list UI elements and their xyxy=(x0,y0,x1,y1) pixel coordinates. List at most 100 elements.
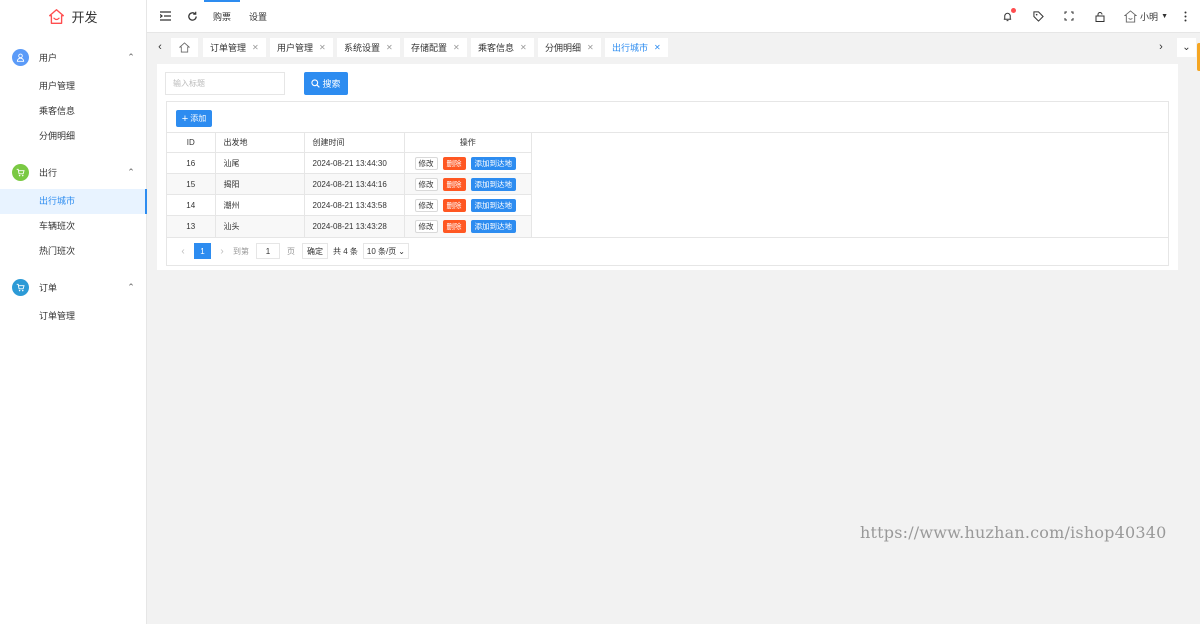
tabs-dropdown-icon[interactable]: ⌄ xyxy=(1177,38,1196,57)
search-icon xyxy=(311,79,321,88)
search-placeholder: 输入标题 xyxy=(173,79,205,88)
close-icon[interactable]: ✕ xyxy=(654,43,661,52)
delete-button[interactable]: 删除 xyxy=(442,156,466,170)
tab[interactable]: 订单管理 ✕ xyxy=(203,38,266,57)
edit-button[interactable]: 修改 xyxy=(414,156,438,170)
tab-label: 订单管理 xyxy=(210,43,247,53)
sidebar-group: 订单 ⌃ 订单管理 xyxy=(0,270,146,335)
cell-created: 2024-08-21 13:43:28 xyxy=(304,215,405,237)
cell-id: 15 xyxy=(167,173,216,195)
page-number-current[interactable]: 1 xyxy=(194,243,211,259)
delete-button[interactable]: 删除 xyxy=(442,198,466,212)
close-icon[interactable]: ✕ xyxy=(520,43,527,52)
add-destination-button[interactable]: 添加到达地 xyxy=(470,198,516,212)
search-button[interactable]: 搜索 xyxy=(304,72,348,95)
home-icon xyxy=(179,42,190,53)
sidebar-item[interactable]: 热门班次 xyxy=(0,239,146,264)
page-size-select[interactable]: 10 条/页 ⌄ xyxy=(362,243,409,259)
tag-icon[interactable] xyxy=(1031,9,1045,23)
fullscreen-icon[interactable] xyxy=(1062,9,1076,23)
table-row: 14 潮州 2024-08-21 13:43:58 修改 删除 添加到达地 xyxy=(167,194,532,216)
close-icon[interactable]: ✕ xyxy=(319,43,326,52)
add-button[interactable]: + 添加 xyxy=(176,110,212,127)
chevron-up-icon: ⌃ xyxy=(127,282,135,292)
title-search-input[interactable]: 输入标题 xyxy=(165,72,285,95)
prev-page-icon[interactable]: ‹ xyxy=(176,246,190,257)
page-unit-label: 页 xyxy=(287,246,295,256)
main-card: 输入标题 搜索 + 添加 ID 出发地 创建时间 操作 16 汕尾 2024-08-… xyxy=(157,64,1178,270)
close-icon[interactable]: ✕ xyxy=(453,43,460,52)
sidebar-group-header[interactable]: 用户 ⌃ xyxy=(0,40,146,74)
close-icon[interactable]: ✕ xyxy=(587,43,594,52)
sidebar-item[interactable]: 出行城市 xyxy=(0,189,147,214)
tab-label: 用户管理 xyxy=(277,43,314,53)
cell-actions: 修改 删除 添加到达地 xyxy=(404,173,532,195)
bell-icon[interactable] xyxy=(1000,8,1017,23)
edit-button[interactable]: 修改 xyxy=(414,219,438,233)
sidebar-item[interactable]: 订单管理 xyxy=(0,304,146,329)
cell-actions: 修改 删除 添加到达地 xyxy=(404,152,532,174)
close-icon[interactable]: ✕ xyxy=(386,43,393,52)
user-icon xyxy=(12,48,29,66)
delete-button[interactable]: 删除 xyxy=(442,177,466,191)
table-row: 16 汕尾 2024-08-21 13:44:30 修改 删除 添加到达地 xyxy=(167,152,532,174)
add-destination-button[interactable]: 添加到达地 xyxy=(470,156,516,170)
add-destination-button[interactable]: 添加到达地 xyxy=(470,219,516,233)
sidebar-group: 用户 ⌃ 用户管理 乘客信息 分佣明细 xyxy=(0,40,146,155)
pagination: ‹ 1 › 到第 1 页 确定 共 4 条 10 条/页 ⌄ xyxy=(176,242,409,260)
tab[interactable]: 存储配置 ✕ xyxy=(404,38,467,57)
tab[interactable]: 分佣明细 ✕ xyxy=(538,38,601,57)
edit-button[interactable]: 修改 xyxy=(414,177,438,191)
sidebar-item[interactable]: 分佣明细 xyxy=(0,124,146,149)
avatar xyxy=(1124,9,1138,23)
data-table-panel: + 添加 ID 出发地 创建时间 操作 16 汕尾 2024-08-21 13:44… xyxy=(166,101,1169,266)
cell-actions: 修改 删除 添加到达地 xyxy=(404,194,532,216)
tab-label: 分佣明细 xyxy=(545,43,582,53)
cell-id: 16 xyxy=(167,152,216,174)
lock-icon[interactable] xyxy=(1093,9,1107,23)
app-logo[interactable]: 开发 xyxy=(0,0,146,32)
refresh-icon[interactable] xyxy=(185,9,199,23)
tab[interactable]: 用户管理 ✕ xyxy=(270,38,333,57)
tab[interactable]: 系统设置 ✕ xyxy=(337,38,400,57)
close-icon[interactable]: ✕ xyxy=(252,43,259,52)
top-nav-ticket[interactable]: 购票 xyxy=(204,0,241,32)
sidebar-item[interactable]: 车辆班次 xyxy=(0,214,146,239)
top-header: 购票 设置 小明 ▼ xyxy=(147,0,1200,32)
goto-label: 到第 xyxy=(233,246,249,256)
cell-created: 2024-08-21 13:44:30 xyxy=(304,152,405,174)
cell-id: 13 xyxy=(167,215,216,237)
home-logo-icon xyxy=(49,8,65,24)
tab[interactable]: 乘客信息 ✕ xyxy=(471,38,534,57)
table-bottom-border xyxy=(167,237,1168,238)
sidebar-item[interactable]: 乘客信息 xyxy=(0,99,146,124)
cell-id: 14 xyxy=(167,194,216,216)
sidebar-group-header[interactable]: 订单 ⌃ xyxy=(0,270,146,304)
top-nav-settings[interactable]: 设置 xyxy=(240,0,276,32)
tab-label: 出行城市 xyxy=(612,43,649,53)
col-header-id[interactable]: ID xyxy=(167,132,216,153)
goto-page-input[interactable]: 1 xyxy=(256,243,280,259)
sidebar-item[interactable]: 用户管理 xyxy=(0,74,146,99)
tab[interactable]: 出行城市 ✕ xyxy=(605,38,668,57)
watermark: https://www.huzhan.com/ishop40340 xyxy=(860,523,1167,542)
user-menu[interactable]: 小明 ▼ xyxy=(1124,9,1168,23)
edit-button[interactable]: 修改 xyxy=(414,198,438,212)
tabs-scroll-left-icon[interactable]: ‹ xyxy=(153,38,167,56)
next-page-icon[interactable]: › xyxy=(215,246,229,257)
tabs-scroll-right-icon[interactable]: › xyxy=(1154,38,1168,56)
table-header-row: ID 出发地 创建时间 操作 xyxy=(167,132,532,153)
add-destination-button[interactable]: 添加到达地 xyxy=(470,177,516,191)
goto-confirm-button[interactable]: 确定 xyxy=(302,243,328,259)
col-header-created[interactable]: 创建时间 xyxy=(304,132,405,153)
delete-button[interactable]: 删除 xyxy=(442,219,466,233)
notification-dot xyxy=(1011,8,1017,13)
menu-fold-icon[interactable] xyxy=(158,9,172,23)
more-vertical-icon[interactable] xyxy=(1178,9,1192,23)
cell-origin: 汕尾 xyxy=(215,152,305,174)
sidebar-group-header[interactable]: 出行 ⌃ xyxy=(0,155,146,189)
col-header-actions: 操作 xyxy=(404,132,532,153)
tab-home[interactable] xyxy=(171,38,198,57)
col-header-origin[interactable]: 出发地 xyxy=(215,132,305,153)
sidebar-group-label: 订单 xyxy=(39,282,58,293)
